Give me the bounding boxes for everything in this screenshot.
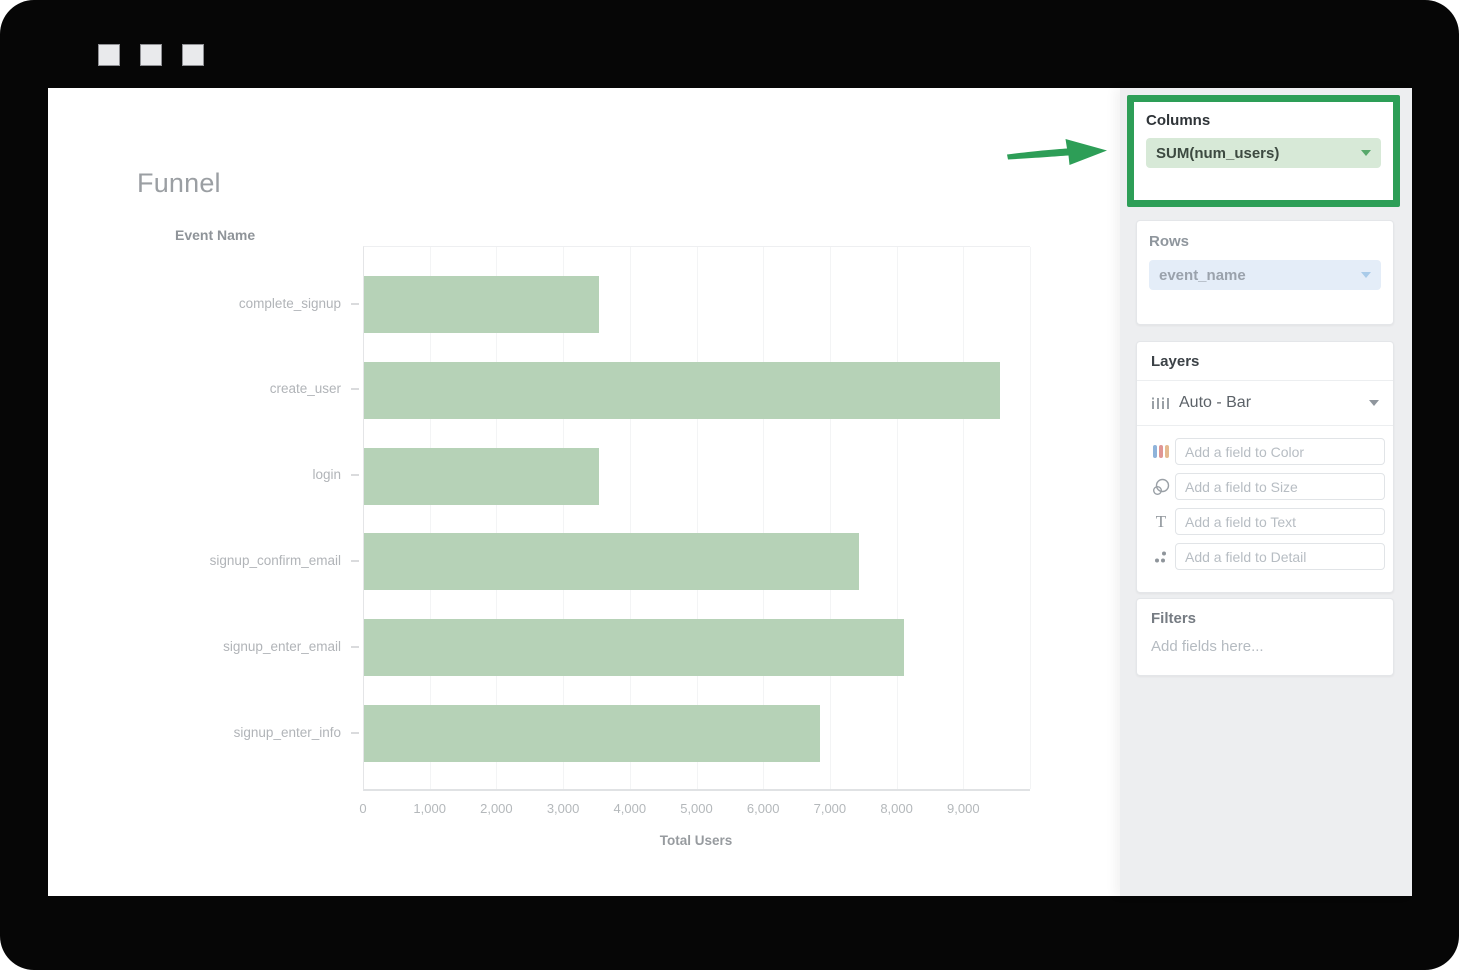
window-button[interactable]	[98, 44, 120, 66]
filters-placeholder[interactable]: Add fields here...	[1151, 638, 1379, 655]
detail-field-input[interactable]	[1175, 543, 1385, 570]
x-axis-tick-label: 9,000	[927, 801, 999, 816]
window-button[interactable]	[140, 44, 162, 66]
x-axis-tick-label: 3,000	[527, 801, 599, 816]
rows-field-pill[interactable]: event_name	[1149, 260, 1381, 290]
gridline	[1030, 247, 1031, 789]
size-circles-icon	[1147, 478, 1175, 496]
rows-section: Rows event_name	[1136, 220, 1394, 325]
window-button[interactable]	[182, 44, 204, 66]
color-swatches-icon	[1147, 445, 1175, 458]
bar-signup_enter_email[interactable]	[364, 619, 904, 676]
size-field-row	[1147, 473, 1385, 500]
bar-chart-plot	[363, 246, 1030, 791]
text-icon: T	[1147, 513, 1175, 530]
filters-section-title: Filters	[1151, 610, 1379, 627]
bar-signup_enter_info[interactable]	[364, 705, 820, 762]
mark-type-selector[interactable]: Auto - Bar	[1137, 381, 1393, 426]
y-axis-tick	[351, 732, 359, 734]
detail-field-row	[1147, 543, 1385, 570]
x-axis-tick-label: 7,000	[794, 801, 866, 816]
y-axis-label: complete_signup	[48, 296, 341, 311]
x-axis-tick-label: 0	[327, 801, 399, 816]
detail-dots-icon	[1147, 549, 1175, 565]
rows-field-label: event_name	[1159, 267, 1246, 284]
bar-signup_confirm_email[interactable]	[364, 533, 859, 590]
chevron-down-icon[interactable]	[1361, 150, 1371, 156]
y-axis-title: Event Name	[175, 227, 255, 243]
green-arrow-right-icon	[1003, 128, 1113, 174]
bar-chart-icon	[1151, 395, 1169, 411]
x-axis-tick-label: 8,000	[861, 801, 933, 816]
chart-title: Funnel	[137, 168, 221, 199]
bar-login[interactable]	[364, 448, 599, 505]
y-axis-label: login	[48, 467, 341, 482]
annotation-highlight-box: Columns SUM(num_users)	[1127, 95, 1400, 207]
gridline	[897, 247, 898, 789]
columns-field-label: SUM(num_users)	[1156, 145, 1279, 162]
y-axis-tick	[351, 303, 359, 305]
y-axis-tick	[351, 474, 359, 476]
layers-section-title: Layers	[1137, 342, 1393, 381]
gridline	[963, 247, 964, 789]
x-axis-tick-label: 2,000	[460, 801, 532, 816]
bar-complete_signup[interactable]	[364, 276, 599, 333]
sidebar-panel: Columns SUM(num_users) Rows event_name L…	[1120, 88, 1412, 896]
columns-field-pill[interactable]: SUM(num_users)	[1146, 138, 1381, 168]
y-axis-tick	[351, 646, 359, 648]
screenshot-frame: Funnel Event Name complete_signup create_…	[0, 0, 1459, 970]
columns-section-title: Columns	[1146, 112, 1381, 129]
color-field-row	[1147, 438, 1385, 465]
x-axis-tick-label: 5,000	[661, 801, 733, 816]
y-axis-tick	[351, 560, 359, 562]
chevron-down-icon[interactable]	[1369, 400, 1379, 406]
y-axis-tick	[351, 388, 359, 390]
y-axis-label: signup_enter_email	[48, 639, 341, 654]
bar-create_user[interactable]	[364, 362, 1000, 419]
x-axis-tick-label: 4,000	[594, 801, 666, 816]
layers-section: Layers Auto - Bar	[1136, 341, 1394, 593]
x-axis-title: Total Users	[596, 833, 796, 848]
x-axis-tick-label: 6,000	[727, 801, 799, 816]
filters-section: Filters Add fields here...	[1136, 598, 1394, 676]
text-field-input[interactable]	[1175, 508, 1385, 535]
y-axis-label: create_user	[48, 381, 341, 396]
size-field-input[interactable]	[1175, 473, 1385, 500]
app-window: Funnel Event Name complete_signup create_…	[48, 88, 1412, 896]
chevron-down-icon[interactable]	[1361, 272, 1371, 278]
text-field-row: T	[1147, 508, 1385, 535]
color-field-input[interactable]	[1175, 438, 1385, 465]
y-axis-label: signup_confirm_email	[48, 553, 341, 568]
x-axis-tick-label: 1,000	[394, 801, 466, 816]
gridline	[830, 247, 831, 789]
rows-section-title: Rows	[1149, 233, 1381, 250]
mark-type-label: Auto - Bar	[1179, 394, 1369, 412]
y-axis-label: signup_enter_info	[48, 725, 341, 740]
